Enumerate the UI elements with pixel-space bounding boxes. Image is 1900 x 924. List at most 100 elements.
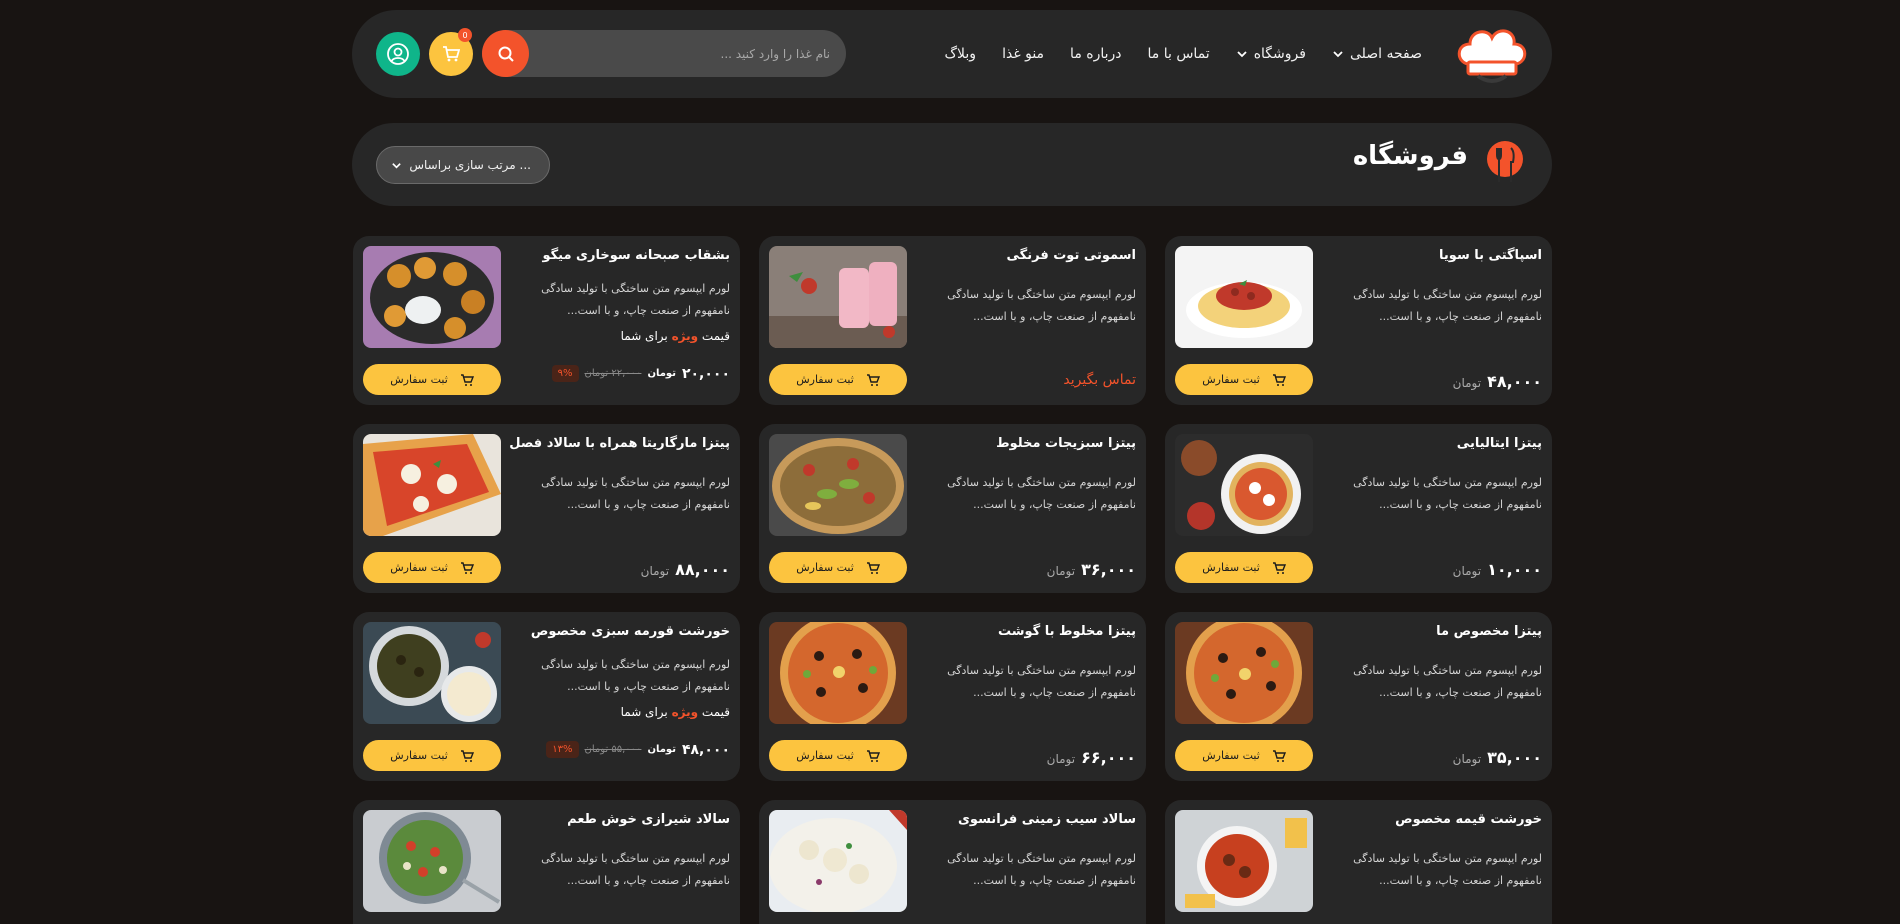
nav-item-menu[interactable]: منو غذا	[1002, 46, 1044, 62]
product-image-meat-pizza[interactable]	[769, 622, 907, 724]
price-currency: تومان	[1046, 564, 1076, 578]
product-price: ۳۶,۰۰۰ تومان	[1047, 560, 1136, 579]
nav-item-about[interactable]: درباره ما	[1070, 46, 1121, 62]
site-header: صفحه اصلی فروشگاه تماس با ما درباره ما م…	[352, 10, 1552, 98]
product-price: ۴۸,۰۰۰ تومان	[1453, 372, 1542, 391]
order-button[interactable]: ثبت سفارش	[1175, 552, 1313, 583]
price-value: ۸۸,۰۰۰	[675, 560, 730, 579]
cart-icon	[866, 561, 880, 574]
order-button[interactable]: ثبت سفارش	[769, 740, 907, 771]
product-card: پیتزا ایتالیایی لورم ایپسوم متن ساختگی ب…	[1165, 424, 1552, 593]
product-description: لورم ایپسوم متن ساختگی با تولید سادگی نا…	[1353, 288, 1542, 323]
discount-badge: ۱۳%	[546, 741, 579, 758]
product-price: ۶۶,۰۰۰ تومان	[1047, 748, 1136, 767]
product-card: خورشت قورمه سبزی مخصوص لورم ایپسوم متن س…	[353, 612, 740, 781]
cart-icon	[1272, 749, 1286, 762]
nav-item-label: وبلاگ	[944, 46, 977, 62]
price-value: ۳۵,۰۰۰	[1487, 748, 1542, 767]
cart-button[interactable]: 0	[429, 28, 473, 76]
product-title[interactable]: پیتزا سبزیجات مخلوط	[916, 436, 1136, 451]
product-card: اسپاگتی با سویا لورم ایپسوم متن ساختگی ب…	[1165, 236, 1552, 405]
product-image-margherita-pizza[interactable]	[363, 434, 501, 536]
price-value: ۶۶,۰۰۰	[1081, 748, 1136, 767]
price-value: ۳۶,۰۰۰	[1081, 560, 1136, 579]
order-button[interactable]: ثبت سفارش	[1175, 740, 1313, 771]
product-card: پیتزا سبزیجات مخلوط لورم ایپسوم متن ساخت…	[759, 424, 1146, 593]
product-card: پیتزا مخلوط با گوشت لورم ایپسوم متن ساخت…	[759, 612, 1146, 781]
nav-item-shop[interactable]: فروشگاه	[1236, 46, 1306, 62]
discount-badge: ۹%	[551, 365, 579, 382]
offer-price: ۴۸,۰۰۰ تومان ۵۵,۰۰۰ تومان ۱۳%	[546, 741, 730, 758]
product-image-shirazi-salad[interactable]	[363, 810, 501, 912]
order-button[interactable]: ثبت سفارش	[363, 364, 501, 395]
user-account-button[interactable]	[376, 32, 420, 76]
order-button[interactable]: ثبت سفارش	[1175, 364, 1313, 395]
nav-item-label: درباره ما	[1070, 46, 1122, 62]
nav-item-label: فروشگاه	[1253, 46, 1306, 62]
product-price: ۱۰,۰۰۰ تومان	[1453, 560, 1542, 579]
product-description: لورم ایپسوم متن ساختگی با تولید سادگی نا…	[1353, 852, 1542, 887]
new-price: ۲۰,۰۰۰	[681, 365, 730, 382]
product-image-smoothie[interactable]	[769, 246, 907, 348]
sort-dropdown[interactable]: مرتب سازی براساس ...	[376, 146, 550, 184]
chef-hat-logo[interactable]	[1454, 24, 1530, 88]
cart-icon	[1272, 373, 1286, 386]
product-card: سالاد شیرازی خوش طعم لورم ایپسوم متن ساخ…	[353, 800, 740, 924]
product-card: خورشت قیمه مخصوص لورم ایپسوم متن ساختگی …	[1165, 800, 1552, 924]
product-title[interactable]: پیتزا مارگاریتا همراه با سالاد فصل	[509, 436, 730, 451]
product-card: اسموتی توت فرنگی لورم ایپسوم متن ساختگی …	[759, 236, 1146, 405]
fork-knife-icon	[1486, 140, 1524, 188]
nav-item-home[interactable]: صفحه اصلی	[1332, 46, 1422, 62]
product-title[interactable]: سالاد سیب زمینی فرانسوی	[916, 812, 1136, 827]
product-description: لورم ایپسوم متن ساختگی با تولید سادگی نا…	[1353, 476, 1542, 511]
product-image-fried-shrimp[interactable]	[363, 246, 501, 348]
product-image-veggie-pizza[interactable]	[769, 434, 907, 536]
product-image-gheimeh[interactable]	[1175, 810, 1313, 912]
shop-title-bar: فروشگاه مرتب سازی براساس ...	[352, 123, 1552, 206]
nav-item-label: تماس با ما	[1147, 46, 1210, 62]
product-image-spaghetti[interactable]	[1175, 246, 1313, 348]
cart-icon	[460, 749, 474, 762]
product-title[interactable]: پیتزا مخصوص ما	[1322, 624, 1542, 639]
product-title[interactable]: خورشت قورمه سبزی مخصوص	[510, 624, 730, 639]
product-image-potato-salad[interactable]	[769, 810, 907, 912]
product-description: لورم ایپسوم متن ساختگی با تولید سادگی نا…	[541, 852, 730, 887]
product-image-ghormeh-sabzi[interactable]	[363, 622, 501, 724]
product-title[interactable]: خورشت قیمه مخصوص	[1322, 812, 1542, 827]
old-price: ۵۵,۰۰۰ تومان	[584, 744, 642, 755]
product-image-italian-pizza[interactable]	[1175, 434, 1313, 536]
order-button[interactable]: ثبت سفارش	[769, 552, 907, 583]
product-price: ۸۸,۰۰۰ تومان	[641, 560, 730, 579]
new-price: ۴۸,۰۰۰	[681, 741, 730, 758]
cart-icon	[1272, 561, 1286, 574]
special-prefix: قیمت	[701, 329, 730, 343]
order-button[interactable]: ثبت سفارش	[363, 740, 501, 771]
search-input[interactable]	[550, 30, 830, 77]
chevron-down-icon	[1237, 51, 1247, 58]
product-title[interactable]: پیتزا ایتالیایی	[1322, 436, 1542, 451]
special-word: ویژه	[671, 329, 699, 343]
order-button-label: ثبت سفارش	[1202, 373, 1260, 386]
product-card: پیتزا مخصوص ما لورم ایپسوم متن ساختگی با…	[1165, 612, 1552, 781]
cart-icon	[460, 373, 474, 386]
product-title[interactable]: اسپاگتی با سویا	[1322, 248, 1542, 263]
price-currency: تومان	[1452, 564, 1482, 578]
search-button[interactable]	[482, 30, 529, 77]
product-card: بشقاب صبحانه سوخاری میگو لورم ایپسوم متن…	[353, 236, 740, 405]
price-currency: تومان	[647, 368, 676, 379]
product-title[interactable]: اسموتی توت فرنگی	[916, 248, 1136, 263]
order-button[interactable]: ثبت سفارش	[769, 364, 907, 395]
product-title[interactable]: سالاد شیرازی خوش طعم	[510, 812, 730, 827]
product-image-special-pizza[interactable]	[1175, 622, 1313, 724]
product-title[interactable]: بشقاب صبحانه سوخاری میگو	[510, 248, 730, 263]
nav-item-blog[interactable]: وبلاگ	[945, 46, 977, 62]
order-button-label: ثبت سفارش	[796, 749, 854, 762]
cart-count-badge: 0	[458, 28, 472, 42]
nav-item-contact[interactable]: تماس با ما	[1148, 46, 1210, 62]
product-description: لورم ایپسوم متن ساختگی با تولید سادگی نا…	[947, 288, 1136, 323]
order-button[interactable]: ثبت سفارش	[363, 552, 501, 583]
order-button-label: ثبت سفارش	[1202, 749, 1260, 762]
contact-for-price[interactable]: تماس بگیرید	[1063, 372, 1136, 388]
product-title[interactable]: پیتزا مخلوط با گوشت	[916, 624, 1136, 639]
product-card: پیتزا مارگاریتا همراه با سالاد فصل لورم …	[353, 424, 740, 593]
